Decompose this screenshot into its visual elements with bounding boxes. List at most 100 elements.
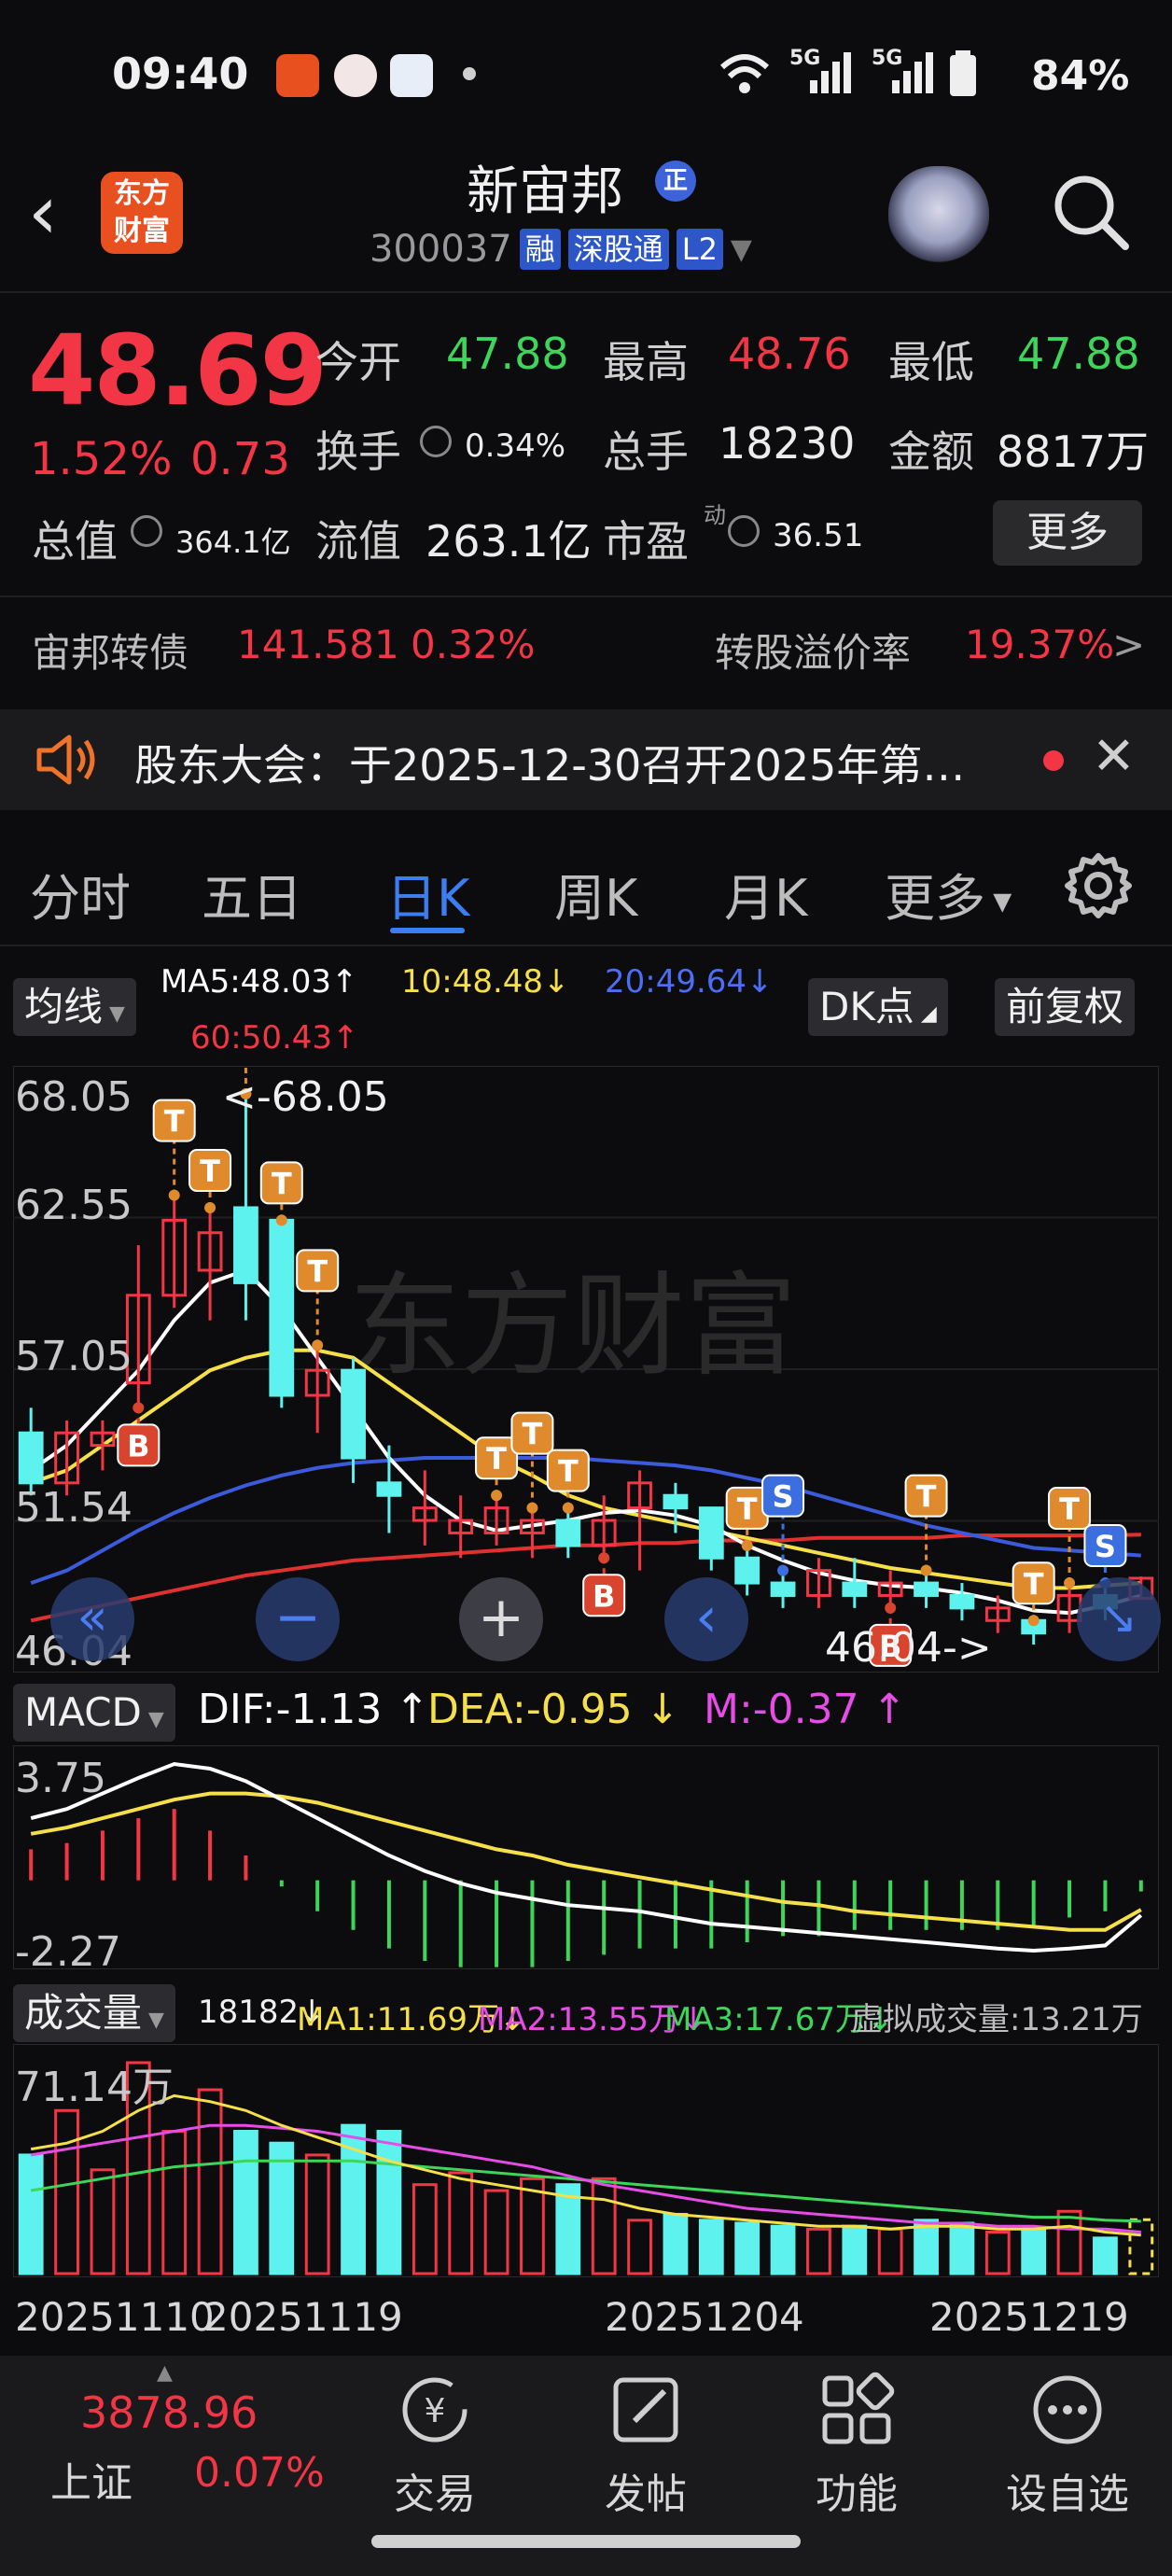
premium-label[interactable]: 转股溢价率 [715,622,911,679]
tab-daily-k[interactable]: 日K [386,857,469,931]
chevron-down-icon: ▼ [730,232,752,266]
scroll-left-icon[interactable]: « [50,1577,134,1661]
ma20-legend: 20:49.64↓ [605,963,774,1001]
high-label: 最高 [603,337,689,387]
nav-functions[interactable]: 功能 [763,2371,950,2520]
candle-body [914,1581,939,1597]
macd-select[interactable]: MACD ▼ [13,1684,175,1742]
bond-name[interactable]: 宙邦转债 [32,622,188,679]
signal-dot [598,1552,610,1564]
back-button[interactable]: ‹ [28,175,58,250]
tab-weekly-k[interactable]: 周K [554,857,637,931]
notice-text[interactable]: 股东大会：于2025-12-30召开2025年第… [134,732,993,793]
volume-value: 18230 [719,418,856,469]
nav-post[interactable]: 发帖 [552,2371,739,2520]
volume-bar [90,2168,116,2275]
chevron-right-icon[interactable]: > [1112,622,1145,667]
date-tick: 20251119 [203,2294,403,2340]
volume-bar [161,2130,188,2275]
signal-dot [741,1539,753,1551]
volume-bar [949,2221,975,2275]
volume-bar [197,2088,223,2275]
index-name[interactable]: 上证 [50,2449,133,2509]
signal-label: T [164,1104,185,1140]
signal-label: T [272,1166,292,1201]
adjust-price-button[interactable]: 前复权 [995,978,1136,1036]
info-icon[interactable] [420,426,452,457]
dk-point-button[interactable]: DK点 ◢ [808,978,948,1036]
nav-post-label: 发帖 [605,2471,687,2518]
home-indicator [371,2535,801,2548]
chevron-up-icon[interactable]: ▲ [157,2361,173,2385]
app-notification-icon [276,54,319,97]
battery-icon [950,50,976,96]
candle-body [341,1368,366,1460]
turnover-value: 0.34% [465,427,566,465]
more-button[interactable]: 更多 [993,500,1142,566]
status-badge: 正 [655,161,696,202]
signal-label: T [200,1154,220,1189]
volume-label: 总手 [603,427,689,477]
edit-icon [613,2377,678,2443]
volume-bar [877,2227,903,2275]
signal-label: T [916,1479,937,1515]
amount-value: 8817万 [997,427,1150,477]
nav-trade[interactable]: ¥ 交易 [342,2371,528,2520]
index-value[interactable]: 3878.96 [80,2387,258,2438]
stock-code-line[interactable]: 300037 融 深股通 L2 ▼ [370,228,752,271]
signal-label: B [593,1578,615,1614]
zoom-in-icon[interactable]: + [459,1577,543,1661]
candle-body [734,1556,760,1585]
signal-dot [491,1490,503,1502]
volume-ma3-line [30,2159,1141,2223]
current-price: 48.69 [28,314,328,427]
scroll-prev-icon[interactable]: ‹ [664,1577,748,1661]
signal-dot [885,1602,897,1614]
volume-select[interactable]: 成交量 ▼ [13,1984,175,2042]
macd-m: M:-0.37 ↑ [704,1686,907,1733]
stock-name[interactable]: 新宙邦 [467,149,623,225]
volume-bar [984,2231,1011,2275]
signal-dot [275,1214,287,1226]
tab-more[interactable]: 更多 ▼ [885,857,1012,931]
date-tick: 20251219 [929,2294,1129,2340]
more-notifications-dot [463,67,476,80]
fullscreen-icon[interactable]: ↘ [1077,1577,1161,1661]
signal-label: T [558,1454,579,1490]
signal-dot [562,1502,574,1514]
stock-code: 300037 [370,228,512,271]
macd-chart[interactable] [13,1745,1159,1969]
change-amount: 0.73 [190,433,290,485]
gear-icon[interactable] [1064,851,1133,920]
info-icon[interactable] [131,515,162,547]
info-icon[interactable] [728,515,760,547]
zoom-out-icon[interactable]: − [256,1577,340,1661]
status-bar: 09:40 5G 5G 84% [0,0,1172,149]
volume-chart[interactable] [13,2044,1159,2277]
signal-label: T [307,1253,328,1289]
y-tick: 57.05 [15,1333,133,1380]
macd-y-tick: -2.27 [15,1928,121,1976]
kline-chart[interactable]: 东方财富 BTTTTTTTTBTSBTTTS [13,1066,1159,1673]
tab-monthly-k[interactable]: 月K [724,857,807,931]
bond-change: 0.32% [411,622,536,667]
tab-five-day[interactable]: 五日 [202,857,302,931]
header-divider [0,291,1172,293]
nav-add-watchlist[interactable]: 设自选 [974,2371,1161,2520]
macd-dea: DEA:-0.95 ↓ [427,1686,680,1733]
active-tab-indicator [390,928,465,933]
close-icon[interactable]: ✕ [1092,726,1136,787]
assistant-robot-avatar[interactable] [888,166,989,263]
signal-icon [810,52,851,93]
virtual-volume: 虚拟成交量:13.21万 [851,2001,1143,2038]
watermark: 东方财富 [349,1262,797,1392]
indicator-select[interactable]: 均线 ▼ [13,978,136,1036]
candle-body [269,1218,295,1397]
volume-bar [734,2221,760,2275]
tab-intraday[interactable]: 分时 [30,857,131,931]
volume-bar [842,2224,868,2275]
tabs-divider [0,945,1172,946]
search-icon[interactable] [1049,170,1131,252]
signal-dot [920,1564,932,1576]
app-logo: 东方 财富 [101,172,183,254]
